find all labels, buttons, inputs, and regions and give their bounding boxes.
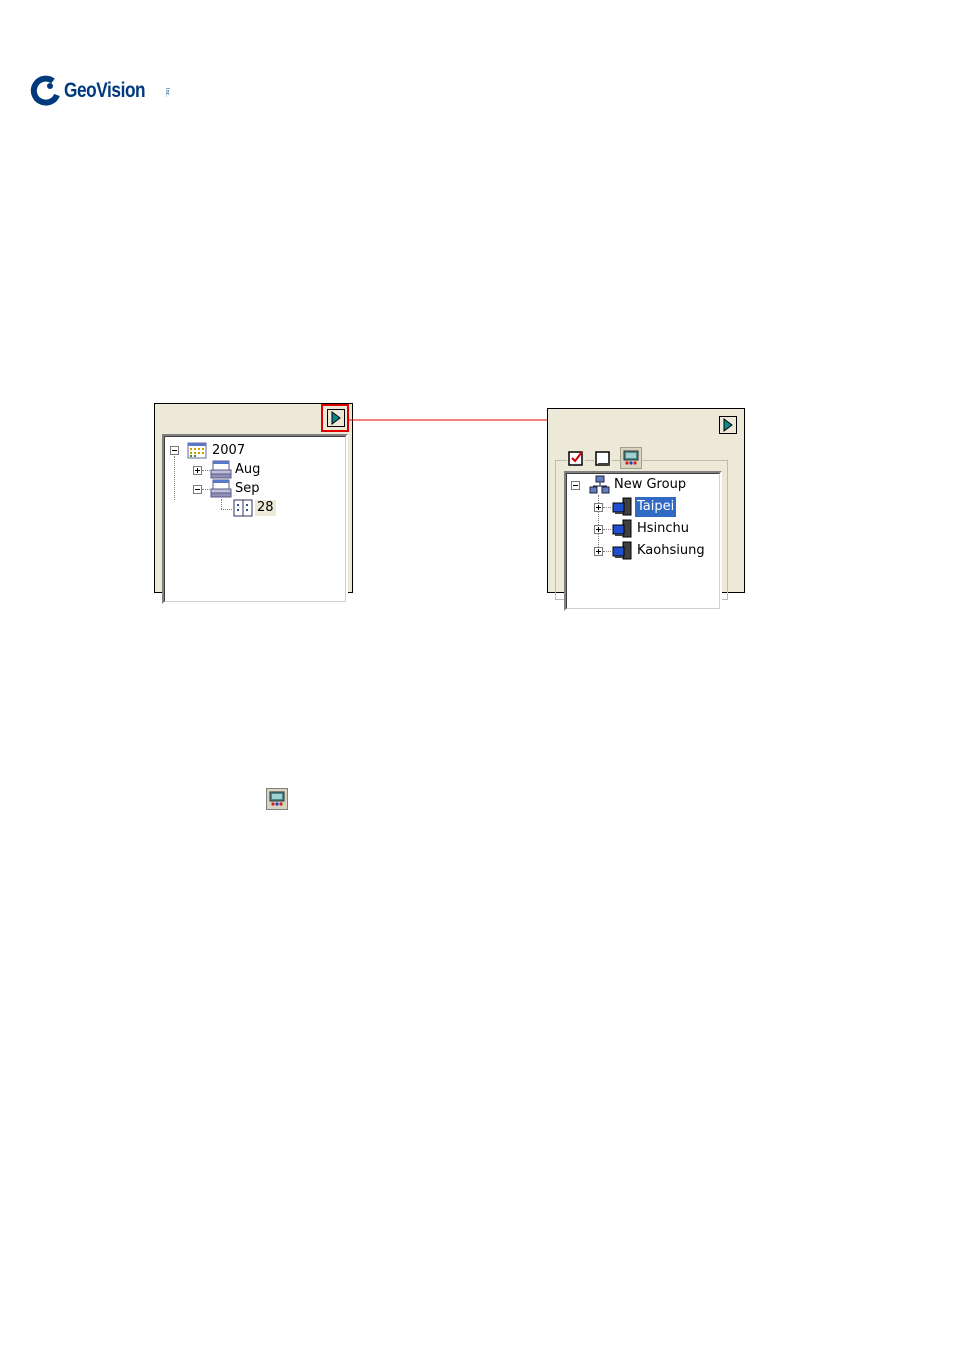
brand-name: GeoVision	[64, 79, 146, 102]
tree-host-label-hsinchu[interactable]: Hsinchu	[637, 521, 689, 537]
calendar-year-icon	[187, 441, 207, 464]
expand-kaohsiung-toggle[interactable]	[594, 547, 603, 556]
check-all-button[interactable]	[567, 449, 585, 467]
tree-month-label-sep[interactable]: Sep	[235, 481, 260, 497]
tree-host-label-taipei[interactable]: Taipei	[635, 497, 677, 517]
collapse-panel-button[interactable]	[719, 416, 737, 434]
day-icon	[233, 499, 253, 522]
collapse-2007-toggle[interactable]	[170, 446, 179, 455]
checkbox-checked-icon	[568, 451, 583, 466]
brand-tm: Inc.	[164, 88, 170, 97]
host-computer-icon	[611, 541, 633, 566]
tree-day-label[interactable]: 28	[255, 500, 276, 516]
play-arrow-icon	[723, 418, 733, 432]
inline-group-view-icon	[266, 788, 288, 810]
group-view-icon	[269, 791, 285, 806]
geovision-logo: GeoVision	[30, 74, 163, 108]
network-group-icon	[589, 475, 611, 500]
expand-taipei-toggle[interactable]	[594, 503, 603, 512]
expand-hsinchu-toggle[interactable]	[594, 525, 603, 534]
tree-month-label-aug[interactable]: Aug	[235, 462, 260, 478]
collapse-sep-toggle[interactable]	[193, 485, 202, 494]
geovision-logo-mark	[30, 75, 62, 107]
group-view-button[interactable]	[620, 447, 642, 469]
tree-host-label-kaohsiung[interactable]: Kaohsiung	[637, 543, 705, 559]
expand-button-highlight	[321, 404, 349, 432]
tree-group-label[interactable]: New Group	[614, 477, 686, 493]
group-view-icon	[623, 450, 639, 465]
collapse-group-toggle[interactable]	[571, 481, 580, 490]
tree-year-label[interactable]: 2007	[212, 443, 245, 459]
expand-aug-toggle[interactable]	[193, 466, 202, 475]
uncheck-all-button[interactable]	[594, 449, 612, 467]
checkbox-empty-icon	[595, 451, 610, 466]
